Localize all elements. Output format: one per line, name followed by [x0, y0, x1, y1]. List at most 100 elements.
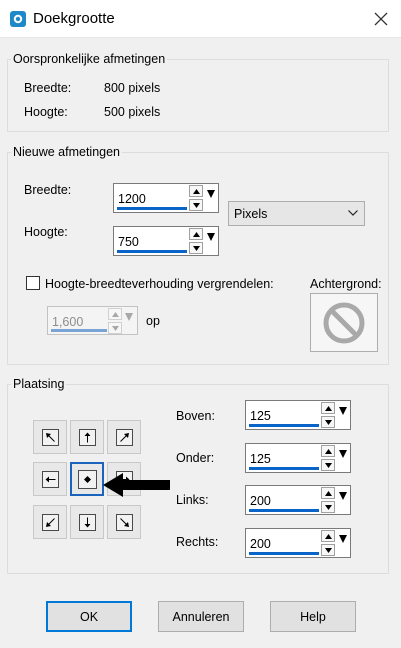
aspect-ratio-input[interactable] — [52, 314, 108, 330]
triangle-down-icon — [339, 407, 347, 415]
arrow-down-icon — [111, 325, 119, 331]
anchor-left-button[interactable] — [33, 462, 67, 496]
arrow-up-right-icon — [119, 432, 129, 442]
right-margin-input[interactable] — [250, 536, 316, 552]
background-color-swatch[interactable] — [310, 293, 378, 352]
spin-up-button[interactable] — [321, 530, 335, 542]
bottom-margin-input[interactable] — [250, 451, 316, 467]
arrow-down-icon — [324, 547, 332, 553]
value-underline — [117, 207, 187, 210]
spin-down-button[interactable] — [321, 544, 335, 556]
arrow-up-left-icon — [45, 432, 55, 442]
triangle-down-icon — [207, 233, 215, 241]
placement-legend: Plaatsing — [13, 377, 65, 391]
left-margin-label: Links: — [176, 493, 209, 507]
ok-button[interactable]: OK — [46, 601, 132, 632]
arrow-down-icon — [324, 504, 332, 510]
spin-up-button[interactable] — [189, 228, 203, 240]
spin-down-button[interactable] — [321, 459, 335, 471]
top-margin-input[interactable] — [250, 408, 316, 424]
spin-down-button[interactable] — [189, 199, 203, 211]
aspect-lock-checkbox[interactable] — [26, 276, 40, 290]
unit-select[interactable]: Pixels — [228, 201, 365, 226]
left-margin-input[interactable] — [250, 493, 316, 509]
new-width-spinner[interactable] — [113, 183, 219, 213]
arrow-down-icon — [324, 462, 332, 468]
new-dimensions-legend: Nieuwe afmetingen — [13, 145, 121, 159]
cancel-button[interactable]: Annuleren — [158, 601, 244, 632]
arrow-up-icon — [111, 311, 119, 317]
unit-select-value: Pixels — [234, 207, 268, 221]
spin-down-button[interactable] — [321, 416, 335, 428]
bottom-margin-spinner[interactable] — [245, 443, 351, 473]
center-dot-icon — [83, 475, 91, 483]
spin-down-button[interactable] — [189, 242, 203, 254]
value-underline — [249, 509, 319, 512]
spin-up-button[interactable] — [321, 402, 335, 414]
aspect-ratio-spinner[interactable] — [47, 306, 138, 335]
right-margin-label: Rechts: — [176, 535, 219, 549]
pointer-arrow-icon — [103, 473, 170, 497]
anchor-top-button[interactable] — [70, 420, 104, 454]
app-icon — [10, 11, 26, 27]
anchor-bottom-left-button[interactable] — [33, 505, 67, 539]
ratio-suffix-label: op — [146, 314, 160, 328]
spin-dropdown-button[interactable] — [337, 530, 349, 556]
title-bar: Doekgrootte — [0, 0, 401, 38]
triangle-down-icon — [207, 190, 215, 198]
arrow-down-icon — [192, 245, 200, 251]
close-icon[interactable] — [371, 9, 391, 29]
spin-down-button[interactable] — [321, 501, 335, 513]
original-width-label: Breedte: — [24, 81, 72, 95]
spin-dropdown-button[interactable] — [337, 402, 349, 428]
spin-dropdown-button[interactable] — [337, 445, 349, 471]
arrow-up-icon — [324, 490, 332, 496]
spin-dropdown-button[interactable] — [337, 487, 349, 513]
top-margin-spinner[interactable] — [245, 400, 351, 430]
arrow-down-icon — [324, 419, 332, 425]
triangle-down-icon — [339, 535, 347, 543]
value-underline — [249, 467, 319, 470]
new-height-label: Hoogte: — [24, 225, 68, 239]
arrow-up-icon — [192, 231, 200, 237]
chevron-down-icon — [348, 210, 358, 216]
spin-up-button[interactable] — [189, 185, 203, 197]
anchor-bottom-right-button[interactable] — [107, 505, 141, 539]
aspect-lock-label: Hoogte-breedteverhouding vergrendelen: — [45, 277, 274, 291]
spin-dropdown-button[interactable] — [205, 228, 217, 254]
anchor-center-button[interactable] — [70, 462, 104, 496]
top-margin-label: Boven: — [176, 409, 215, 423]
help-button[interactable]: Help — [270, 601, 356, 632]
left-margin-spinner[interactable] — [245, 485, 351, 515]
new-width-label: Breedte: — [24, 183, 72, 197]
no-color-icon — [323, 302, 365, 343]
spin-up-button[interactable] — [108, 308, 122, 320]
background-label: Achtergrond: — [310, 277, 382, 291]
arrow-left-icon — [45, 476, 55, 482]
anchor-top-right-button[interactable] — [107, 420, 141, 454]
anchor-bottom-button[interactable] — [70, 505, 104, 539]
arrow-down-left-icon — [45, 517, 55, 527]
spin-up-button[interactable] — [321, 487, 335, 499]
triangle-down-icon — [339, 492, 347, 500]
arrow-up-icon — [324, 448, 332, 454]
window-title: Doekgrootte — [33, 10, 115, 27]
arrow-down-icon — [84, 517, 90, 527]
spin-dropdown-button[interactable] — [123, 308, 135, 334]
arrow-up-icon — [324, 405, 332, 411]
original-height-value: 500 pixels — [104, 105, 161, 119]
right-margin-spinner[interactable] — [245, 528, 351, 558]
value-underline — [249, 552, 319, 555]
spin-down-button[interactable] — [108, 322, 122, 334]
triangle-down-icon — [125, 313, 133, 321]
spin-up-button[interactable] — [321, 445, 335, 457]
original-width-value: 800 pixels — [104, 81, 161, 95]
triangle-down-icon — [339, 450, 347, 458]
value-underline — [249, 424, 319, 427]
new-height-input[interactable] — [118, 234, 184, 250]
spin-dropdown-button[interactable] — [205, 185, 217, 211]
new-width-input[interactable] — [118, 191, 184, 207]
new-height-spinner[interactable] — [113, 226, 219, 256]
anchor-top-left-button[interactable] — [33, 420, 67, 454]
arrow-down-icon — [192, 202, 200, 208]
